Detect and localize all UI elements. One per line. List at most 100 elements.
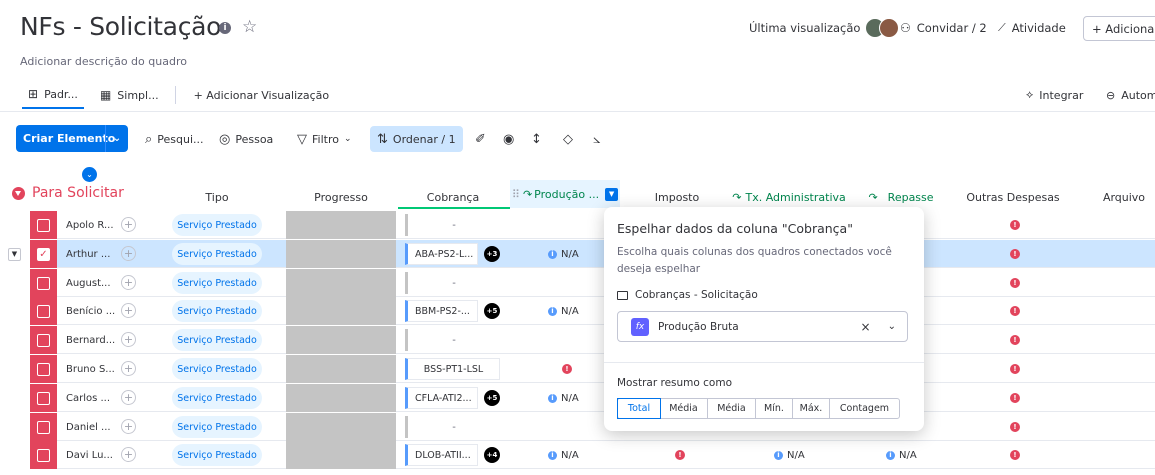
alert-icon[interactable]: ! <box>1010 422 1020 432</box>
row-checkbox-cell[interactable] <box>30 355 57 383</box>
board-title[interactable]: NFs - Solicitação <box>20 12 221 41</box>
info-icon[interactable]: i <box>219 22 231 34</box>
add-update-icon[interactable]: + <box>121 361 136 376</box>
cobranca-count-badge[interactable]: +5 <box>484 303 500 319</box>
item-name[interactable]: Bernard... <box>66 326 115 354</box>
sort-indicator-icon[interactable]: ⌄ <box>82 167 97 182</box>
alert-icon[interactable]: ! <box>1010 306 1020 316</box>
add-update-icon[interactable]: + <box>121 447 136 462</box>
tab-main-table[interactable]: ⊞ Padr... <box>22 81 84 109</box>
tipo-tag[interactable]: Serviço Prestado <box>172 272 262 294</box>
group-title[interactable]: Para Solicitar <box>32 185 124 201</box>
column-header-imposto[interactable]: Imposto <box>622 186 732 208</box>
tipo-tag[interactable]: Serviço Prestado <box>172 444 262 466</box>
item-name[interactable]: August... <box>66 269 111 297</box>
tipo-tag[interactable]: Serviço Prestado <box>172 387 262 409</box>
tipo-tag[interactable]: Serviço Prestado <box>172 358 262 380</box>
row-checkbox-cell[interactable]: ✓ <box>30 240 57 268</box>
row-checkbox-cell[interactable] <box>30 211 57 239</box>
producao-value[interactable]: i N/A <box>548 384 579 412</box>
row-expand-icon[interactable]: ▼ <box>8 248 21 261</box>
cobranca-link[interactable]: BBM-PS2-... <box>405 300 478 322</box>
alert-icon[interactable]: ! <box>1010 278 1020 288</box>
create-item-button[interactable]: Criar Elemento ⌄ <box>16 125 128 152</box>
clear-icon[interactable]: × <box>861 320 871 334</box>
column-select[interactable]: fx Produção Bruta × ⌄ <box>617 311 908 342</box>
column-header-cobranca[interactable]: Cobrança <box>398 186 508 208</box>
add-update-icon[interactable]: + <box>121 390 136 405</box>
cobranca-count-badge[interactable]: +5 <box>484 390 500 406</box>
row-height-icon[interactable]: ↕ <box>531 126 542 152</box>
progress-cell[interactable] <box>286 441 396 469</box>
row-checkbox[interactable] <box>37 391 50 405</box>
column-header-arquivo[interactable]: Arquivo <box>1069 186 1155 208</box>
producao-value[interactable]: i N/A <box>548 297 579 325</box>
progress-cell[interactable] <box>286 269 396 297</box>
alert-icon[interactable]: ! <box>1010 335 1020 345</box>
group-collapse-icon[interactable] <box>12 186 25 200</box>
progress-cell[interactable] <box>286 355 396 383</box>
add-button[interactable]: + Adicionar a <box>1083 16 1155 41</box>
progress-cell[interactable] <box>286 384 396 412</box>
item-name[interactable]: Daniel ... <box>66 413 111 441</box>
row-checkbox-cell[interactable] <box>30 384 57 412</box>
tipo-tag[interactable]: Serviço Prestado <box>172 214 262 236</box>
item-name[interactable]: Apolo R... <box>66 211 114 239</box>
tipo-tag[interactable]: Serviço Prestado <box>172 300 262 322</box>
row-checkbox[interactable] <box>37 362 50 376</box>
tipo-tag[interactable]: Serviço Prestado <box>172 243 262 265</box>
summary-option-min[interactable]: Mín. <box>756 399 793 418</box>
hide-icon[interactable]: ◉ <box>503 126 514 152</box>
column-header-taxa[interactable]: ↷ Tx. Administrativa <box>732 186 845 208</box>
taxa-value[interactable]: i N/A <box>774 441 805 469</box>
cobranca-link[interactable]: DLOB-ATII... <box>405 444 478 466</box>
cobranca-link[interactable]: ABA-PS2-L... <box>405 243 478 265</box>
chevron-down-icon[interactable]: ⌄ <box>888 321 896 332</box>
sort-button[interactable]: ⇅ Ordenar / 1 <box>370 126 463 152</box>
column-header-tipo[interactable]: Tipo <box>172 186 262 208</box>
row-checkbox[interactable] <box>37 448 50 462</box>
column-header-progresso[interactable]: Progresso <box>286 186 396 208</box>
tab-simple[interactable]: ▦ Simpl... <box>94 81 165 109</box>
summary-option-total[interactable]: Total <box>617 398 661 419</box>
filter-button[interactable]: ▽ Filtro ⌄ <box>297 126 352 152</box>
progress-cell[interactable] <box>286 413 396 441</box>
color-icon[interactable]: ◇ <box>563 126 573 152</box>
cobranca-count-badge[interactable]: +4 <box>484 447 500 463</box>
add-update-icon[interactable]: + <box>121 246 136 261</box>
item-name[interactable]: Carlos ... <box>66 384 110 412</box>
progress-cell[interactable] <box>286 297 396 325</box>
cobranca-count-badge[interactable]: +3 <box>484 246 500 262</box>
board-description[interactable]: Adicionar descrição do quadro <box>20 55 187 68</box>
alert-icon[interactable]: ! <box>1010 450 1020 460</box>
column-header-repasse[interactable]: ↷ Repasse <box>845 186 957 208</box>
item-name[interactable]: Arthur ... <box>66 240 110 268</box>
add-update-icon[interactable]: + <box>121 303 136 318</box>
row-checkbox-cell[interactable] <box>30 269 57 297</box>
row-checkbox[interactable] <box>37 304 50 318</box>
alert-icon[interactable]: ! <box>1010 249 1020 259</box>
row-checkbox[interactable] <box>37 333 50 347</box>
row-checkbox-cell[interactable] <box>30 441 57 469</box>
alert-icon[interactable]: ! <box>1010 393 1020 403</box>
cobranca-empty[interactable]: - <box>405 416 500 438</box>
alert-icon[interactable]: ! <box>562 364 572 374</box>
tipo-tag[interactable]: Serviço Prestado <box>172 329 262 351</box>
tipo-tag[interactable]: Serviço Prestado <box>172 416 262 438</box>
progress-cell[interactable] <box>286 211 396 239</box>
cobranca-link[interactable]: CFLA-ATI2... <box>405 387 478 409</box>
row-checkbox[interactable]: ✓ <box>37 247 50 261</box>
progress-cell[interactable] <box>286 240 396 268</box>
summary-option-contagem[interactable]: Contagem <box>830 399 899 418</box>
automate-button[interactable]: ⊖ Autom <box>1106 80 1155 110</box>
row-checkbox-cell[interactable] <box>30 297 57 325</box>
drag-handle-icon[interactable]: ⠿ <box>512 188 520 201</box>
activity-button[interactable]: ⟋ Atividade <box>998 16 1066 40</box>
star-icon[interactable]: ☆ <box>242 17 257 37</box>
repasse-value[interactable]: i N/A <box>886 441 917 469</box>
add-update-icon[interactable]: + <box>121 275 136 290</box>
producao-value[interactable]: i N/A <box>548 441 579 469</box>
cobranca-empty[interactable]: - <box>405 214 500 236</box>
progress-cell[interactable] <box>286 326 396 354</box>
summary-option-max[interactable]: Máx. <box>793 399 830 418</box>
